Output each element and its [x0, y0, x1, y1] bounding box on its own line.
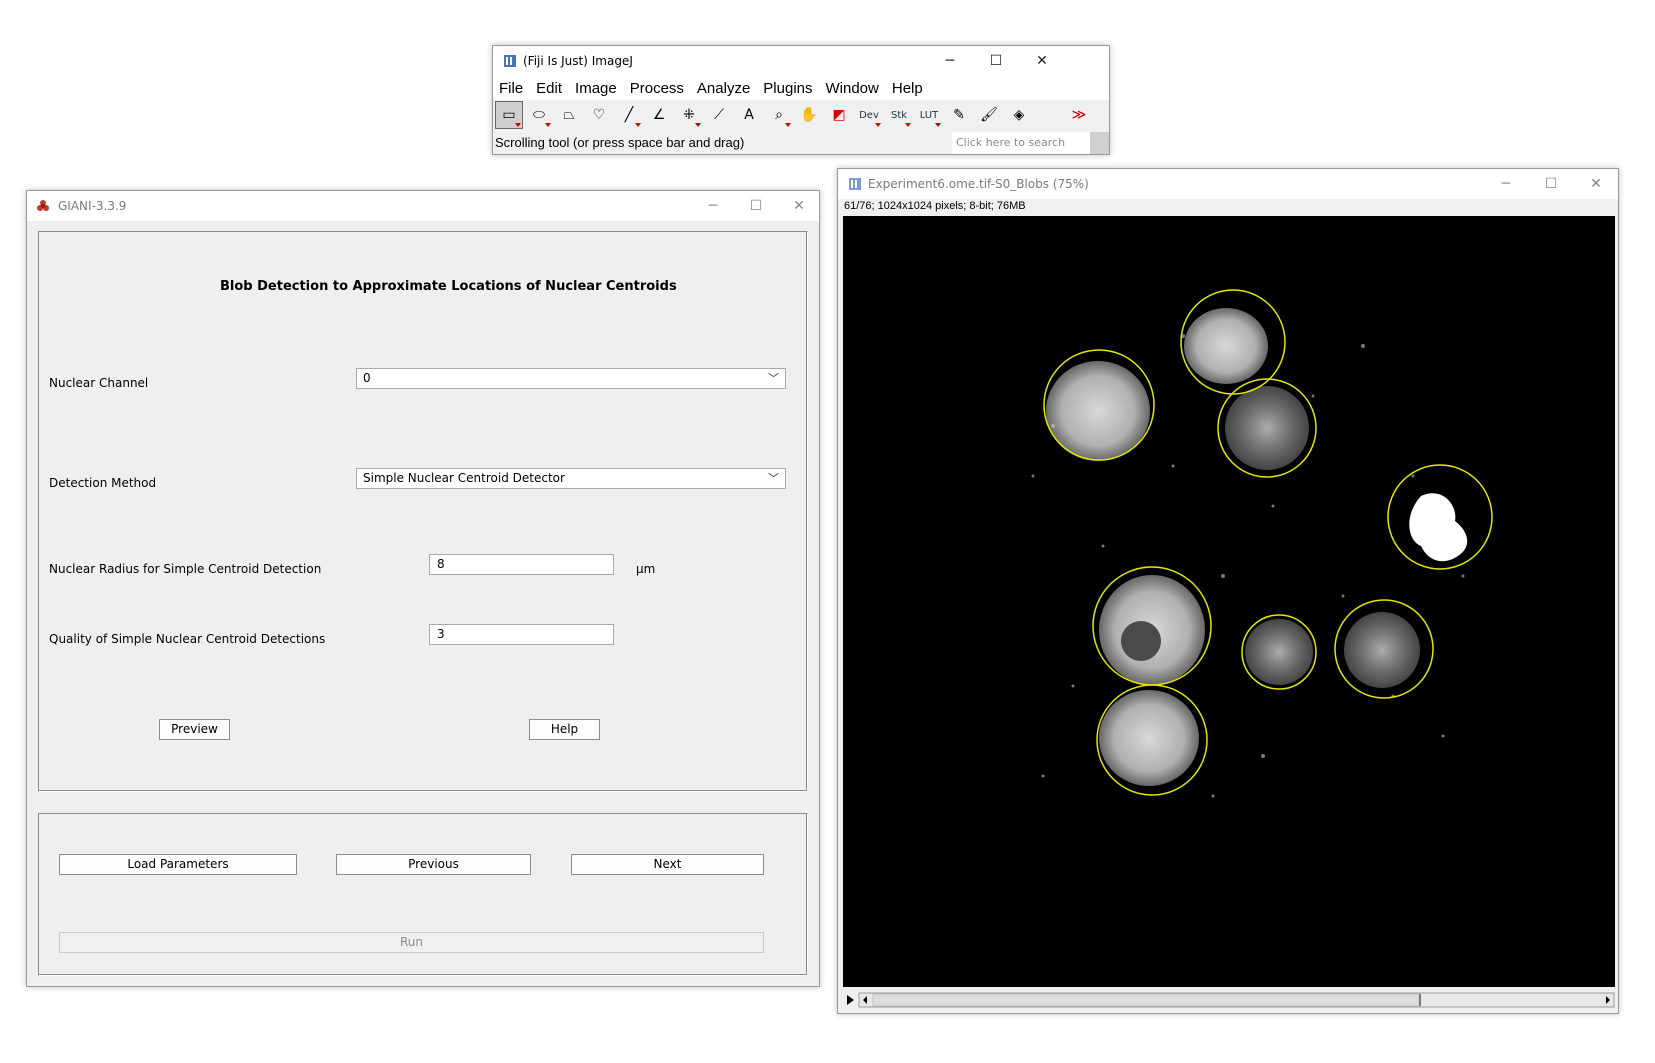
play-icon — [847, 995, 854, 1005]
color-picker-tool[interactable]: ◩ — [825, 101, 853, 129]
page-title: Blob Detection to Approximate Locations … — [220, 279, 677, 294]
pencil-tool[interactable]: ✎ — [945, 101, 973, 129]
oval-tool[interactable]: ⬭ — [525, 101, 553, 129]
image-canvas[interactable] — [843, 216, 1615, 987]
image-title: Experiment6.ome.tif-S0_Blobs (75%) — [868, 177, 1089, 191]
detection-method-label: Detection Method — [49, 476, 157, 490]
flood-fill-tool[interactable]: ◈ — [1005, 101, 1033, 129]
run-button[interactable]: Run — [59, 932, 764, 953]
chevron-down-icon: ﹀ — [768, 372, 779, 385]
quality-field[interactable]: 3 — [429, 624, 614, 645]
navigation-panel: Load Parameters Previous Next Run — [38, 813, 808, 976]
next-button[interactable]: Next — [571, 854, 764, 875]
hand-tool[interactable]: ✋ — [795, 101, 823, 129]
preview-button[interactable]: Preview — [159, 719, 230, 740]
imagej-toolbar: ▭ ⬭ ⏢ ♡ ╱ ∠ ⁜ ⟋ A ⌕ ✋ ◩ Dev Stk LUT ✎ 🖌 ◈ ≫ — [495, 101, 1109, 131]
minimize-icon[interactable]: ─ — [927, 46, 973, 76]
parameters-panel: Blob Detection to Approximate Locations … — [38, 231, 808, 792]
giani-app-icon — [37, 200, 49, 211]
scroll-thumb — [1419, 994, 1421, 1006]
nuclear-channel-label: Nuclear Channel — [49, 376, 149, 390]
dev-tool[interactable]: Dev — [855, 101, 883, 129]
point-tool[interactable]: ⁜ — [675, 101, 703, 129]
line-tool[interactable]: ╱ — [615, 101, 643, 129]
imagej-window: (Fiji Is Just) ImageJ ─ ☐ ✕ File Edit Im… — [492, 45, 1110, 155]
stk-tool[interactable]: Stk — [885, 101, 913, 129]
maximize-icon[interactable]: ☐ — [733, 191, 779, 221]
brush-tool[interactable]: 🖌 — [975, 101, 1003, 129]
slice-slider[interactable] — [843, 991, 1615, 1009]
lut-tool[interactable]: LUT — [915, 101, 943, 129]
dropdown-indicator-icon — [515, 123, 521, 127]
polygon-tool[interactable]: ⏢ — [555, 101, 583, 129]
dropdown-indicator-icon — [935, 123, 941, 127]
angle-tool[interactable]: ∠ — [645, 101, 673, 129]
menu-image[interactable]: Image — [575, 80, 617, 97]
giani-titlebar[interactable]: GIANI-3.3.9 ─ ☐ ✕ — [27, 191, 819, 221]
close-icon[interactable]: ✕ — [776, 191, 822, 221]
previous-button[interactable]: Previous — [336, 854, 531, 875]
giani-title: GIANI-3.3.9 — [58, 199, 127, 213]
giani-window: GIANI-3.3.9 ─ ☐ ✕ Blob Detection to Appr… — [26, 190, 820, 987]
text-tool[interactable]: A — [735, 101, 763, 129]
minimize-icon[interactable]: ─ — [1483, 169, 1529, 199]
search-button[interactable] — [1090, 132, 1109, 154]
image-info: 61/76; 1024x1024 pixels; 8-bit; 76MB — [844, 200, 1026, 212]
imagej-app-icon — [504, 55, 516, 67]
detection-method-value: Simple Nuclear Centroid Detector — [363, 471, 565, 485]
load-parameters-button[interactable]: Load Parameters — [59, 854, 297, 875]
close-icon[interactable]: ✕ — [1019, 46, 1065, 76]
menu-window[interactable]: Window — [826, 80, 879, 97]
dropdown-indicator-icon — [905, 123, 911, 127]
wand-tool[interactable]: ⟋ — [705, 101, 733, 129]
radius-unit-label: µm — [636, 562, 656, 576]
imagej-title: (Fiji Is Just) ImageJ — [523, 54, 633, 68]
imagej-status: Scrolling tool (or press space bar and d… — [495, 135, 745, 150]
dropdown-indicator-icon — [695, 123, 701, 127]
minimize-icon[interactable]: ─ — [690, 191, 736, 221]
close-icon[interactable]: ✕ — [1573, 169, 1619, 199]
imagej-titlebar[interactable]: (Fiji Is Just) ImageJ ─ ☐ ✕ — [493, 46, 1109, 76]
help-button[interactable]: Help — [529, 719, 600, 740]
image-window: Experiment6.ome.tif-S0_Blobs (75%) ─ ☐ ✕… — [837, 168, 1619, 1014]
chevron-down-icon: ﹀ — [768, 472, 779, 485]
stack-scrollbar[interactable] — [843, 991, 1615, 1009]
search-input[interactable]: Click here to search — [952, 132, 1090, 154]
menu-file[interactable]: File — [499, 80, 523, 97]
empty-tool[interactable] — [1035, 101, 1063, 129]
magnifier-tool[interactable]: ⌕ — [765, 101, 793, 129]
menu-process[interactable]: Process — [630, 80, 684, 97]
nuclear-radius-label: Nuclear Radius for Simple Centroid Detec… — [49, 562, 322, 576]
maximize-icon[interactable]: ☐ — [1528, 169, 1574, 199]
rectangle-tool[interactable]: ▭ — [495, 101, 523, 129]
menu-plugins[interactable]: Plugins — [763, 80, 812, 97]
dropdown-indicator-icon — [635, 123, 641, 127]
dropdown-indicator-icon — [785, 123, 791, 127]
menu-help[interactable]: Help — [892, 80, 923, 97]
nuclear-channel-select[interactable]: 0 ﹀ — [356, 368, 786, 389]
image-titlebar[interactable]: Experiment6.ome.tif-S0_Blobs (75%) ─ ☐ ✕ — [838, 169, 1618, 199]
detection-method-select[interactable]: Simple Nuclear Centroid Detector ﹀ — [356, 468, 786, 489]
imagej-app-icon — [849, 178, 861, 190]
nuclear-radius-field[interactable]: 8 — [429, 554, 614, 575]
nuclear-channel-value: 0 — [363, 371, 371, 385]
freehand-tool[interactable]: ♡ — [585, 101, 613, 129]
menu-analyze[interactable]: Analyze — [697, 80, 750, 97]
dropdown-indicator-icon — [545, 123, 551, 127]
dropdown-indicator-icon — [875, 123, 881, 127]
imagej-menubar: File Edit Image Process Analyze Plugins … — [493, 76, 1109, 100]
menu-edit[interactable]: Edit — [536, 80, 562, 97]
more-tools[interactable]: ≫ — [1065, 101, 1093, 129]
quality-label: Quality of Simple Nuclear Centroid Detec… — [49, 632, 326, 646]
maximize-icon[interactable]: ☐ — [973, 46, 1019, 76]
microscopy-image — [1031, 289, 1493, 798]
